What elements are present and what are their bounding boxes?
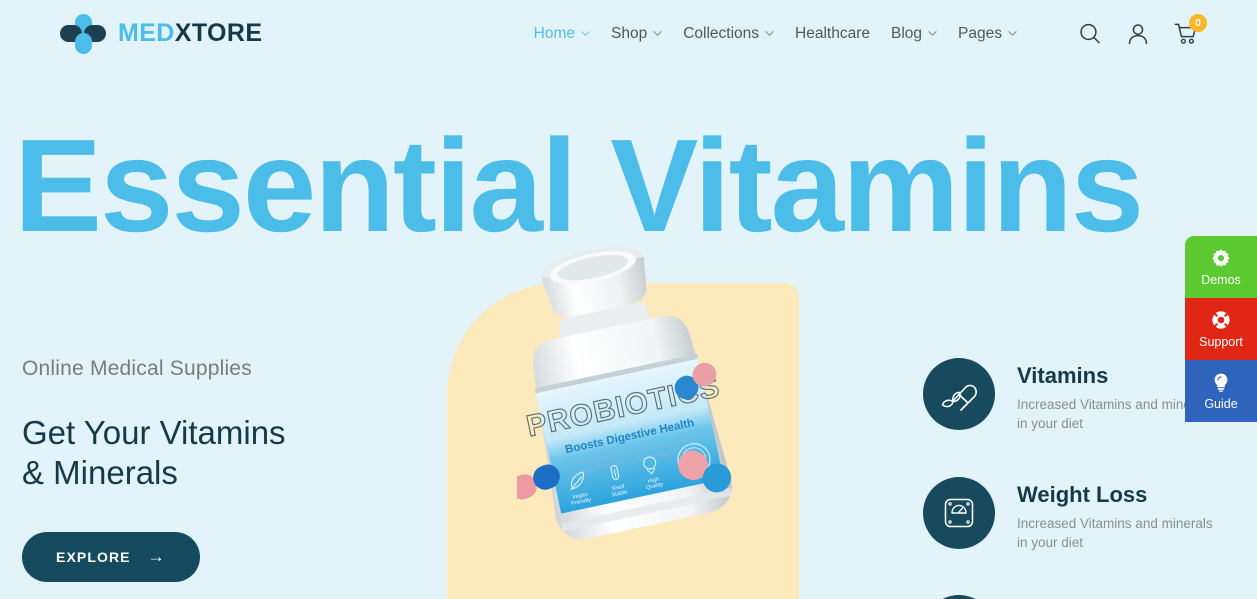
main-navigation: Home Shop Collections Healthcare Blog Pa… <box>534 25 1017 43</box>
hero-headline-line1: Get Your Vitamins <box>22 414 286 451</box>
chevron-down-icon <box>765 29 774 38</box>
capsule-leaf-icon <box>923 358 995 430</box>
nav-item-pages[interactable]: Pages <box>958 25 1017 43</box>
side-widget-label: Guide <box>1204 396 1238 411</box>
header-tools: 0 <box>1077 13 1207 47</box>
side-widget-panel: Demos Support Guide <box>1185 236 1257 422</box>
side-widget-support[interactable]: Support <box>1185 298 1257 360</box>
feature-item-functional-food[interactable]: Functional Food Increased Vitamins and m… <box>923 595 1223 599</box>
brand-name-part2: XTORE <box>174 19 263 47</box>
feature-title: Weight Loss <box>1017 481 1148 507</box>
food-bowl-icon <box>923 595 995 599</box>
hero-headline-line2: & Minerals <box>22 454 178 492</box>
nav-label: Collections <box>683 24 760 42</box>
chevron-down-icon <box>653 29 662 38</box>
weight-scale-icon <box>923 476 995 549</box>
nav-item-blog[interactable]: Blog <box>891 25 937 43</box>
arrow-right-icon: → <box>147 547 166 566</box>
nav-item-home[interactable]: Home <box>534 25 590 43</box>
page-root: MEDXTORE Home Shop Collections Healthcar… <box>0 0 1257 599</box>
nav-label: Pages <box>958 24 1002 42</box>
feature-item-vitamins[interactable]: Vitamins Increased Vitamins and minerals… <box>923 358 1223 434</box>
brand-name: MEDXTORE <box>118 19 262 48</box>
hero-product-visual: PROBIOTICS Boosts Digestive Health Impro… <box>447 246 799 599</box>
nav-item-healthcare[interactable]: Healthcare <box>795 25 870 43</box>
chevron-down-icon <box>581 29 590 38</box>
feature-list: Vitamins Increased Vitamins and minerals… <box>923 358 1223 599</box>
chevron-down-icon <box>1008 29 1017 38</box>
side-widget-label: Support <box>1199 334 1243 349</box>
medical-cross-icon <box>60 13 106 54</box>
explore-button-label: EXPLORE <box>56 548 131 565</box>
probiotics-bottle-image: PROBIOTICS Boosts Digestive Health Impro… <box>517 246 732 540</box>
side-widget-guide[interactable]: Guide <box>1185 360 1257 422</box>
nav-item-shop[interactable]: Shop <box>611 25 662 43</box>
site-header: MEDXTORE Home Shop Collections Healthcar… <box>0 0 1257 67</box>
lightbulb-icon <box>1211 372 1231 392</box>
hero-headline: Get Your Vitamins & Minerals <box>22 413 442 494</box>
side-widget-label: Demos <box>1201 272 1241 287</box>
nav-label: Home <box>533 24 576 42</box>
shopping-cart-icon[interactable]: 0 <box>1173 13 1207 47</box>
nav-label: Healthcare <box>795 24 871 42</box>
user-account-icon[interactable] <box>1125 21 1151 47</box>
feature-text: Functional Food Increased Vitamins and m… <box>1017 595 1223 599</box>
hero-eyebrow: Online Medical Supplies <box>22 357 252 380</box>
gear-icon <box>1211 248 1231 268</box>
chevron-down-icon <box>928 29 937 38</box>
lifering-icon <box>1211 310 1231 330</box>
feature-text: Weight Loss Increased Vitamins and miner… <box>1017 477 1223 553</box>
side-widget-demos[interactable]: Demos <box>1185 236 1257 298</box>
explore-button[interactable]: EXPLORE → <box>22 531 200 582</box>
nav-label: Blog <box>891 24 923 42</box>
hero-copy: Online Medical Supplies Get Your Vitamin… <box>22 357 442 582</box>
nav-item-collections[interactable]: Collections <box>683 25 774 43</box>
brand-name-part1: MED <box>118 19 175 47</box>
search-icon[interactable] <box>1077 21 1103 47</box>
cart-count-badge: 0 <box>1189 13 1207 32</box>
feature-item-weight-loss[interactable]: Weight Loss Increased Vitamins and miner… <box>923 476 1223 553</box>
nav-label: Shop <box>611 24 648 42</box>
brand-logo[interactable]: MEDXTORE <box>60 13 262 54</box>
feature-description: Increased Vitamins and minerals in your … <box>1017 515 1213 550</box>
